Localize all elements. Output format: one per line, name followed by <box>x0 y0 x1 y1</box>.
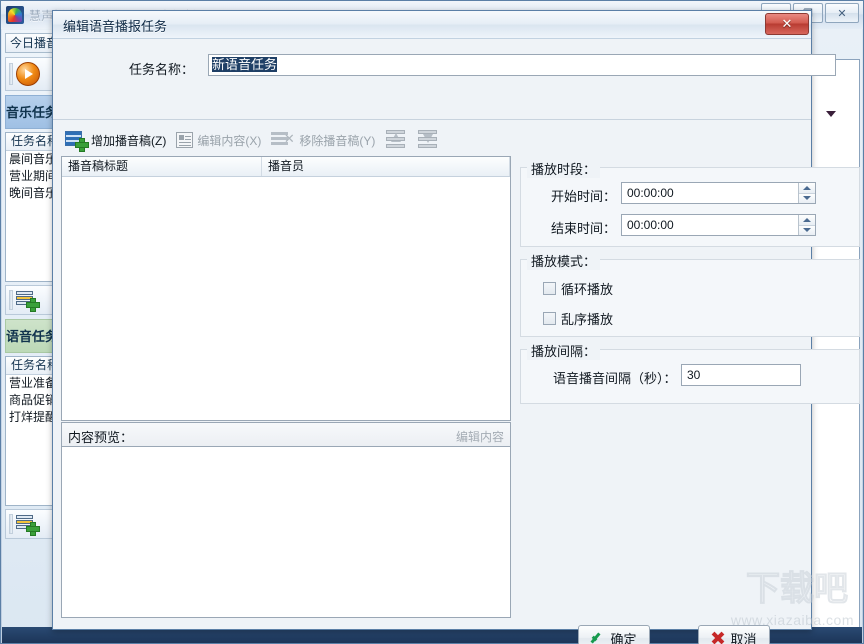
edit-content-button[interactable]: 编辑内容(X) <box>172 126 265 154</box>
cross-icon <box>711 631 725 644</box>
check-icon <box>591 631 605 644</box>
list-item[interactable]: 营业准备 <box>6 375 53 392</box>
edit-voice-task-dialog: 编辑语音播报任务 ✕ 任务名称： 新语音任务 增加播音稿(Z) 编辑内容(X) … <box>52 10 860 644</box>
task-name-value: 新语音任务 <box>212 57 278 72</box>
shuffle-play-label: 乱序播放 <box>561 312 614 327</box>
content-preview-label: 内容预览： <box>68 430 134 445</box>
start-time-spinner[interactable] <box>798 183 815 203</box>
end-time-spinner[interactable] <box>798 215 815 235</box>
loop-play-label: 循环播放 <box>561 282 614 297</box>
edit-content-icon <box>176 132 194 148</box>
cancel-button[interactable]: 取消 <box>698 625 770 644</box>
remove-script-label: 移除播音稿(Y) <box>299 133 376 148</box>
start-time-spin-up[interactable] <box>799 183 815 193</box>
remove-script-button[interactable]: ✕ 移除播音稿(Y) <box>267 126 379 154</box>
dialog-body: 任务名称： 新语音任务 增加播音稿(Z) 编辑内容(X) ✕ 移除播音稿(Y) … <box>53 39 860 644</box>
list-item[interactable]: 晚间音乐 <box>6 185 53 202</box>
sidebar-music-list[interactable]: 任务名称 晨间音乐 营业期间 晚间音乐 <box>5 132 54 282</box>
start-time-label: 开始时间： <box>551 189 617 204</box>
sidebar-voice-list[interactable]: 任务名称 营业准备 商品促销 打烊提醒 <box>5 356 54 506</box>
edit-content-link[interactable]: 编辑内容 <box>456 428 504 445</box>
list-item[interactable]: 营业期间 <box>6 168 53 185</box>
end-time-spin-up[interactable] <box>799 215 815 225</box>
interval-label: 语音播音间隔（秒）： <box>553 371 677 386</box>
sidebar-voice-list-header: 任务名称 <box>6 357 53 375</box>
toolbar-grip[interactable] <box>9 514 13 534</box>
list-item[interactable]: 晨间音乐 <box>6 151 53 168</box>
end-time-label: 结束时间： <box>551 221 617 236</box>
loop-play-checkbox[interactable] <box>543 282 556 295</box>
task-name-label: 任务名称： <box>129 62 195 77</box>
sidebar-section-music[interactable]: 音乐任务 <box>5 95 54 129</box>
move-down-icon <box>417 130 439 150</box>
end-time-value: 00:00:00 <box>627 218 674 232</box>
sidebar-today-tab[interactable]: 今日播音 <box>5 33 54 53</box>
column-header-title[interactable]: 播音稿标题 <box>62 157 262 176</box>
sidebar-music-list-header: 任务名称 <box>6 133 53 151</box>
dialog-titlebar: 编辑语音播报任务 ✕ <box>53 11 811 39</box>
edit-content-label: 编辑内容(X) <box>197 133 262 148</box>
cancel-button-label: 取消 <box>730 631 757 644</box>
play-interval-title: 播放间隔： <box>527 341 601 360</box>
play-mode-title: 播放模式： <box>527 251 601 270</box>
move-up-icon <box>385 130 407 150</box>
dialog-toolbar: 增加播音稿(Z) 编辑内容(X) ✕ 移除播音稿(Y) <box>61 124 511 156</box>
add-script-icon <box>65 131 89 152</box>
play-mode-group: 播放模式： 循环播放 乱序播放 <box>520 251 860 337</box>
app-logo-icon <box>6 6 24 24</box>
column-header-announcer[interactable]: 播音员 <box>262 157 510 176</box>
sidebar-section-voice[interactable]: 语音任务 <box>5 319 54 353</box>
start-time-value: 00:00:00 <box>627 186 674 200</box>
loop-play-checkbox-row[interactable]: 循环播放 <box>543 279 613 298</box>
script-list-panel[interactable]: 播音稿标题 播音员 <box>61 156 511 421</box>
dialog-footer: 确定 取消 <box>53 617 811 644</box>
list-item[interactable]: 商品促销 <box>6 392 53 409</box>
list-item[interactable]: 打烊提醒 <box>6 409 53 426</box>
divider <box>53 119 811 120</box>
dialog-close-button[interactable]: ✕ <box>765 13 809 35</box>
remove-script-icon: ✕ <box>271 132 295 148</box>
move-down-button[interactable] <box>413 126 443 154</box>
task-name-input[interactable]: 新语音任务 <box>208 54 836 76</box>
close-button[interactable]: ✕ <box>825 3 859 23</box>
add-script-label: 增加播音稿(Z) <box>91 133 167 148</box>
add-script-button[interactable]: 增加播音稿(Z) <box>61 126 170 154</box>
chevron-down-icon[interactable] <box>825 109 837 119</box>
add-task-icon[interactable] <box>16 291 40 312</box>
play-period-title: 播放时段： <box>527 159 601 178</box>
play-period-group: 播放时段： 开始时间： 00:00:00 结束时间： 00:00:00 <box>520 159 860 247</box>
sidebar-play-bar <box>5 57 54 91</box>
interval-input[interactable]: 30 <box>681 364 801 386</box>
content-preview-body[interactable] <box>61 446 511 618</box>
shuffle-play-checkbox-row[interactable]: 乱序播放 <box>543 309 613 328</box>
sidebar-music-add-bar <box>5 285 54 315</box>
shuffle-play-checkbox[interactable] <box>543 312 556 325</box>
start-time-spin-down[interactable] <box>799 192 815 203</box>
start-time-input[interactable]: 00:00:00 <box>621 182 816 204</box>
move-up-button[interactable] <box>381 126 411 154</box>
toolbar-grip[interactable] <box>9 290 13 310</box>
script-list-header: 播音稿标题 播音员 <box>62 157 510 177</box>
ok-button-label: 确定 <box>610 631 637 644</box>
end-time-input[interactable]: 00:00:00 <box>621 214 816 236</box>
sidebar: 今日播音 音乐任务 任务名称 晨间音乐 营业期间 晚间音乐 语音任务 任务名称 … <box>2 30 58 641</box>
task-name-row: 任务名称： 新语音任务 <box>53 51 836 85</box>
ok-button[interactable]: 确定 <box>578 625 650 644</box>
sidebar-voice-add-bar <box>5 509 54 539</box>
content-preview-header: 内容预览： 编辑内容 <box>61 422 511 446</box>
toolbar-grip[interactable] <box>9 63 13 85</box>
add-task-icon[interactable] <box>16 515 40 536</box>
play-icon[interactable] <box>16 62 40 86</box>
dialog-title: 编辑语音播报任务 <box>63 19 168 34</box>
play-interval-group: 播放间隔： 语音播音间隔（秒）： 30 <box>520 341 860 404</box>
end-time-spin-down[interactable] <box>799 224 815 235</box>
